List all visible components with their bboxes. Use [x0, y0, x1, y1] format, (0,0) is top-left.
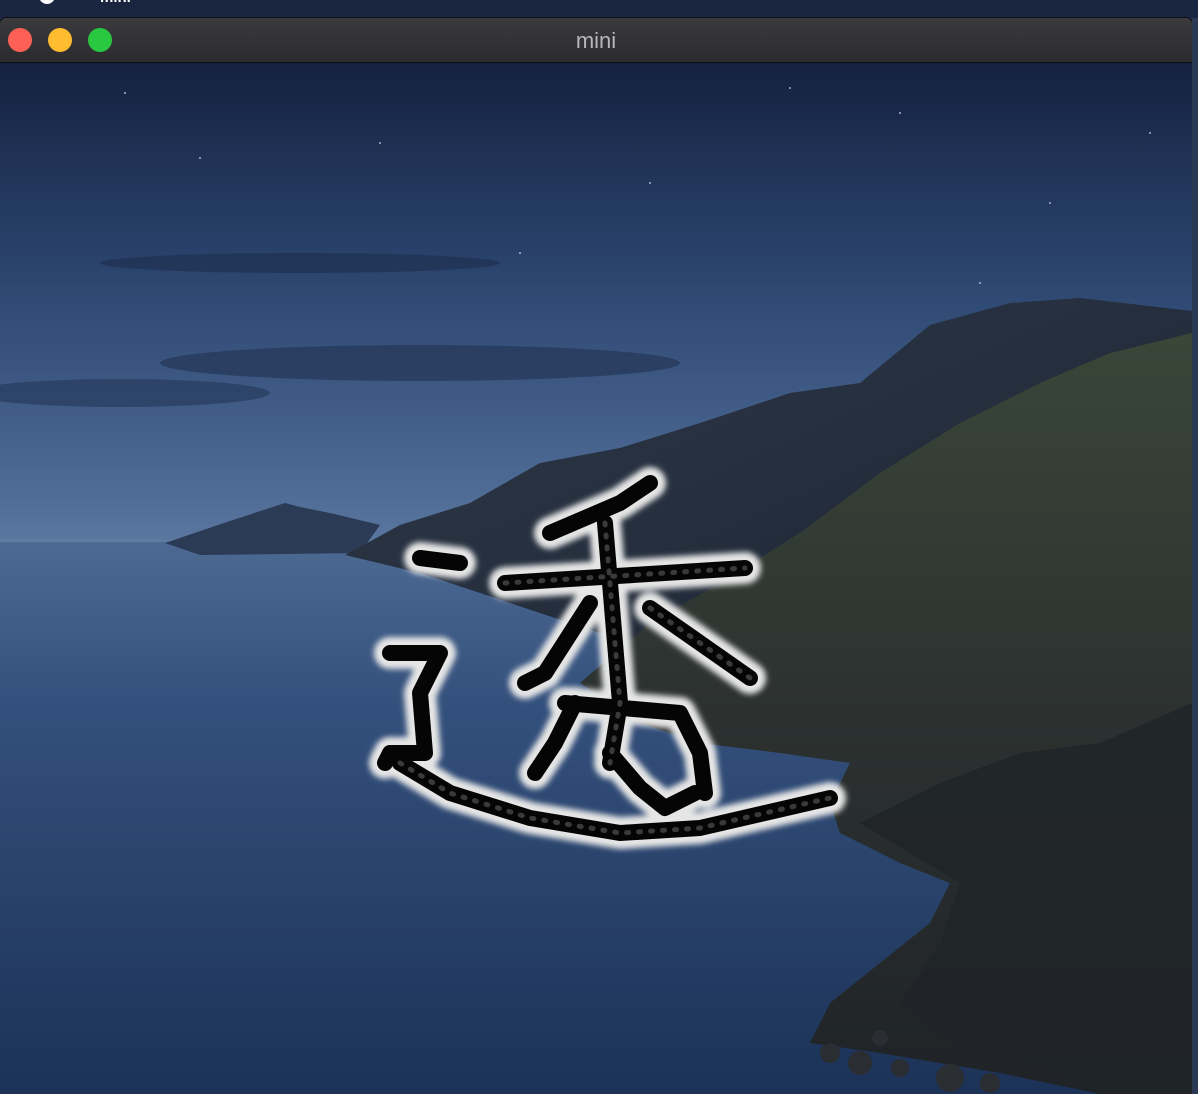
menu-bar: mini: [0, 0, 1198, 18]
apple-icon[interactable]: [36, 0, 58, 6]
menu-app-name[interactable]: mini: [100, 0, 131, 6]
desktop-edge: [1192, 18, 1198, 1094]
canvas-area[interactable]: 透: [0, 63, 1192, 1094]
window-title: mini: [575, 28, 617, 53]
app-window: mini 透: [0, 18, 1192, 1094]
glyph-text: 透: [0, 63, 1, 64]
title-bar[interactable]: mini: [0, 18, 1192, 63]
drawn-glyph: 透: [0, 63, 846, 849]
